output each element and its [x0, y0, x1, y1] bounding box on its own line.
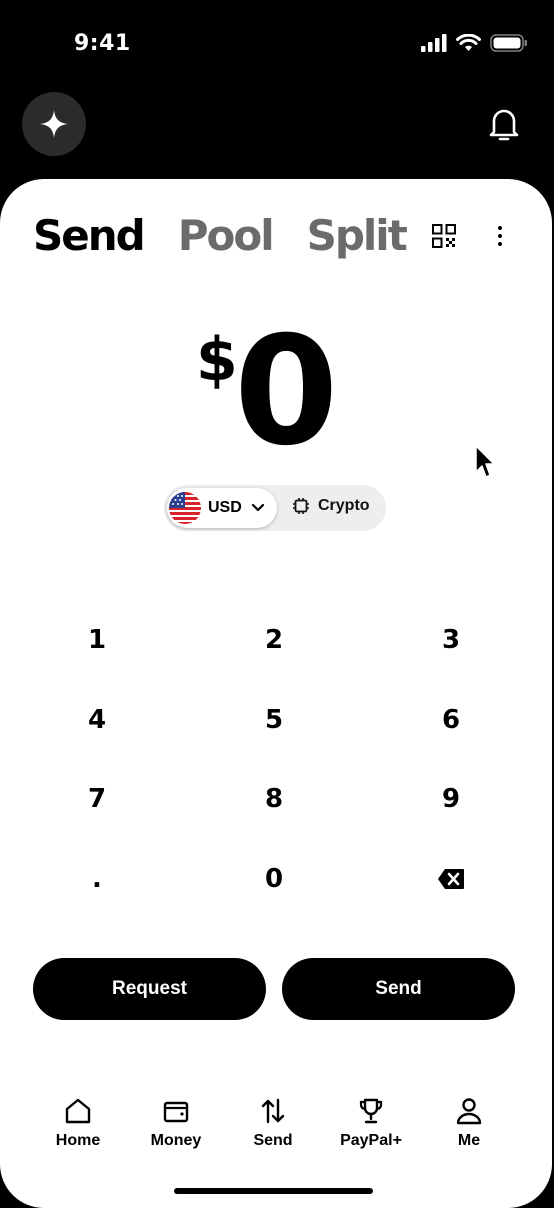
nav-label-paypal-plus: PayPal+: [340, 1132, 402, 1149]
bell-icon: [489, 109, 519, 141]
key-0[interactable]: 0: [214, 849, 334, 909]
assistant-button[interactable]: [22, 92, 86, 156]
battery-icon: [490, 34, 527, 52]
notifications-button[interactable]: [486, 104, 522, 144]
nav-item-send[interactable]: Send: [228, 1096, 318, 1150]
tab-send[interactable]: Send: [33, 211, 146, 261]
sparkle-icon: [40, 110, 68, 138]
request-button[interactable]: Request: [33, 958, 266, 1020]
tab-split[interactable]: Split: [307, 211, 408, 261]
crypto-label: Crypto: [318, 497, 370, 514]
key-3[interactable]: 3: [391, 610, 511, 670]
key-decimal[interactable]: .: [37, 849, 157, 909]
us-flag-icon: [169, 492, 201, 524]
more-vertical-icon: [498, 226, 502, 246]
currency-toggle: USD Crypto: [164, 485, 386, 531]
chevron-down-icon: [251, 503, 264, 512]
more-options-button[interactable]: [494, 224, 506, 248]
nav-label-money: Money: [150, 1132, 202, 1149]
qr-code-button[interactable]: [432, 224, 456, 248]
qr-code-icon: [432, 224, 456, 248]
key-8[interactable]: 8: [214, 769, 334, 829]
mouse-cursor-icon: [475, 445, 495, 478]
chip-icon: [293, 498, 309, 514]
send-button[interactable]: Send: [282, 958, 515, 1020]
nav-label-home: Home: [55, 1132, 101, 1149]
key-2[interactable]: 2: [214, 610, 334, 670]
key-4[interactable]: 4: [37, 690, 157, 750]
key-backspace[interactable]: [391, 849, 511, 909]
usd-label: USD: [208, 499, 242, 516]
wifi-icon: [456, 34, 481, 51]
key-1[interactable]: 1: [37, 610, 157, 670]
status-time: 9:41: [74, 31, 131, 56]
crypto-option[interactable]: Crypto: [292, 497, 370, 515]
bottom-nav: Home Money Send PayPal+ Me: [0, 1096, 554, 1156]
backspace-icon: [438, 869, 464, 889]
tab-pool[interactable]: Pool: [178, 211, 275, 261]
status-icons: [421, 34, 528, 52]
cellular-signal-icon: [421, 34, 447, 52]
home-icon: [65, 1098, 91, 1124]
nav-item-paypal-plus[interactable]: PayPal+: [326, 1096, 416, 1150]
currency-symbol: $: [196, 325, 238, 395]
mode-tabs: Send Pool Split: [33, 211, 408, 261]
home-indicator: [174, 1188, 373, 1194]
nav-label-me: Me: [457, 1132, 481, 1149]
nav-item-home[interactable]: Home: [33, 1096, 123, 1150]
nav-label-send: Send: [253, 1132, 293, 1149]
key-7[interactable]: 7: [37, 769, 157, 829]
amount-value: 0: [234, 305, 338, 479]
key-9[interactable]: 9: [391, 769, 511, 829]
key-6[interactable]: 6: [391, 690, 511, 750]
usd-option[interactable]: USD: [167, 488, 277, 528]
transfer-arrows-icon: [261, 1098, 285, 1124]
nav-item-money[interactable]: Money: [131, 1096, 221, 1150]
nav-item-me[interactable]: Me: [424, 1096, 514, 1150]
trophy-icon: [359, 1098, 383, 1124]
user-icon: [456, 1098, 482, 1125]
wallet-icon: [163, 1101, 189, 1123]
key-5[interactable]: 5: [214, 690, 334, 750]
